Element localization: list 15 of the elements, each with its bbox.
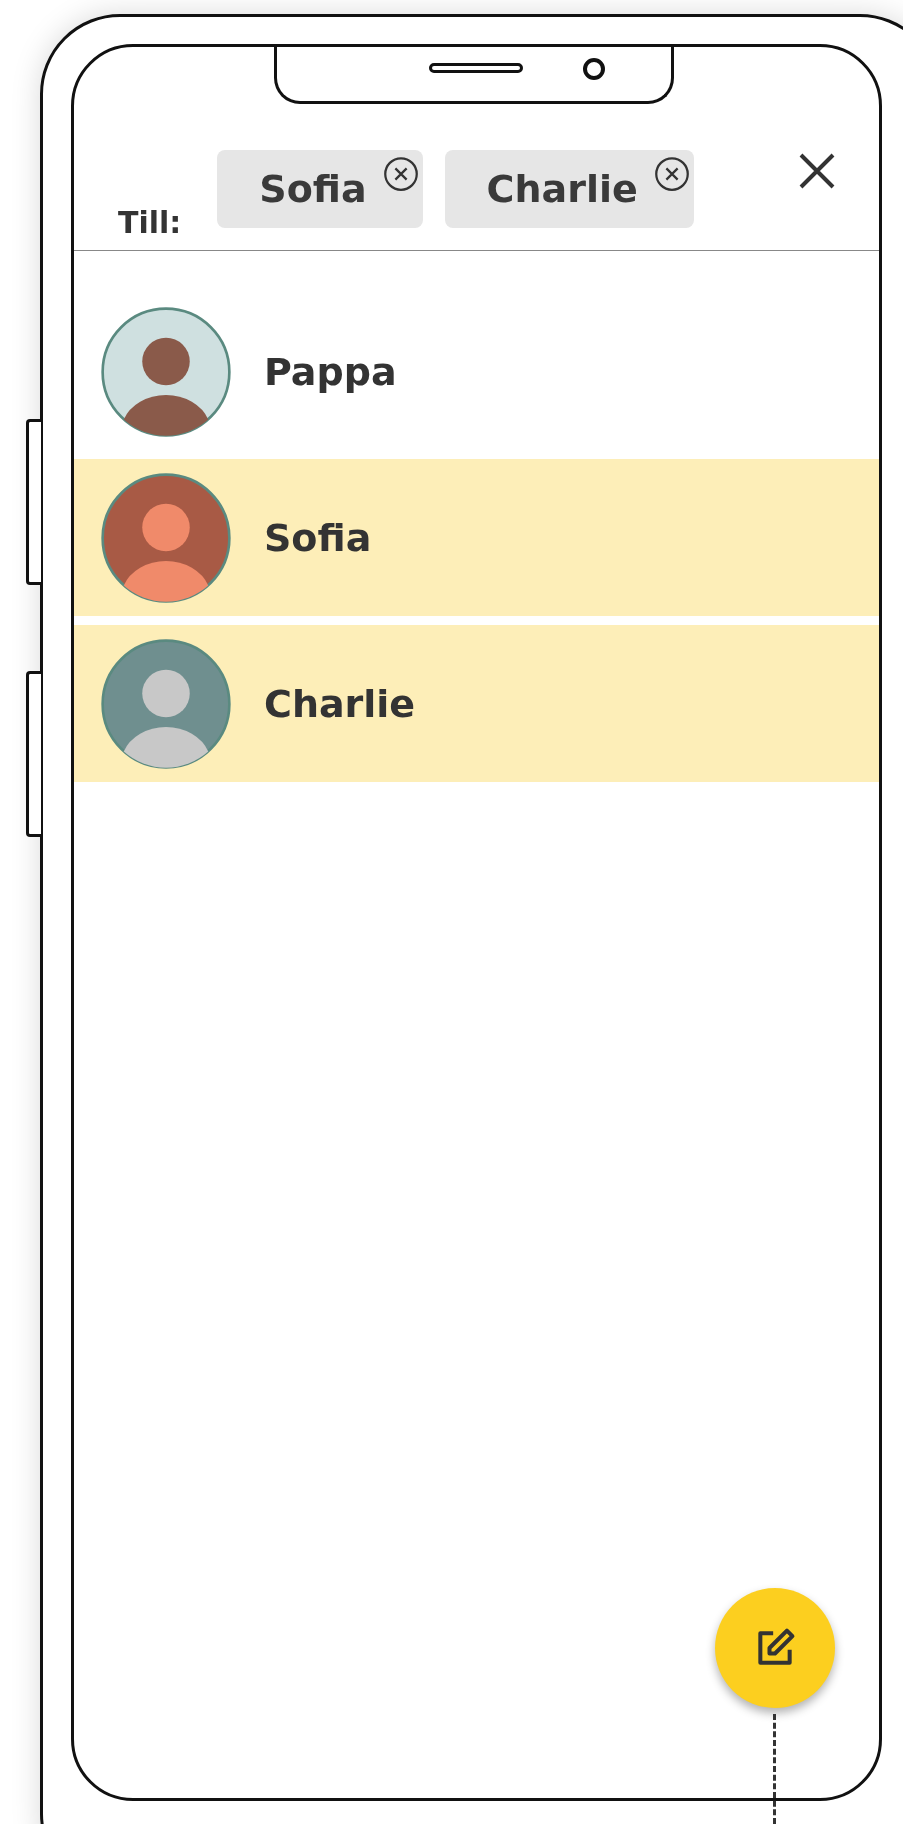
close-icon[interactable] [797, 151, 837, 191]
contact-row[interactable]: Charlie [74, 625, 879, 782]
compose-button[interactable] [715, 1588, 835, 1708]
avatar-icon [100, 471, 232, 604]
camera-dot [583, 58, 605, 80]
avatar-icon [100, 637, 232, 770]
contact-row[interactable]: Sofia [74, 459, 879, 616]
to-label: Till: [118, 205, 182, 240]
contact-row[interactable]: Pappa [74, 293, 879, 450]
avatar-icon [100, 305, 232, 438]
contact-name: Pappa [264, 349, 397, 394]
contact-name: Charlie [264, 681, 416, 726]
remove-icon[interactable] [653, 156, 690, 192]
contact-name: Sofia [264, 515, 372, 560]
remove-icon[interactable] [382, 156, 419, 192]
